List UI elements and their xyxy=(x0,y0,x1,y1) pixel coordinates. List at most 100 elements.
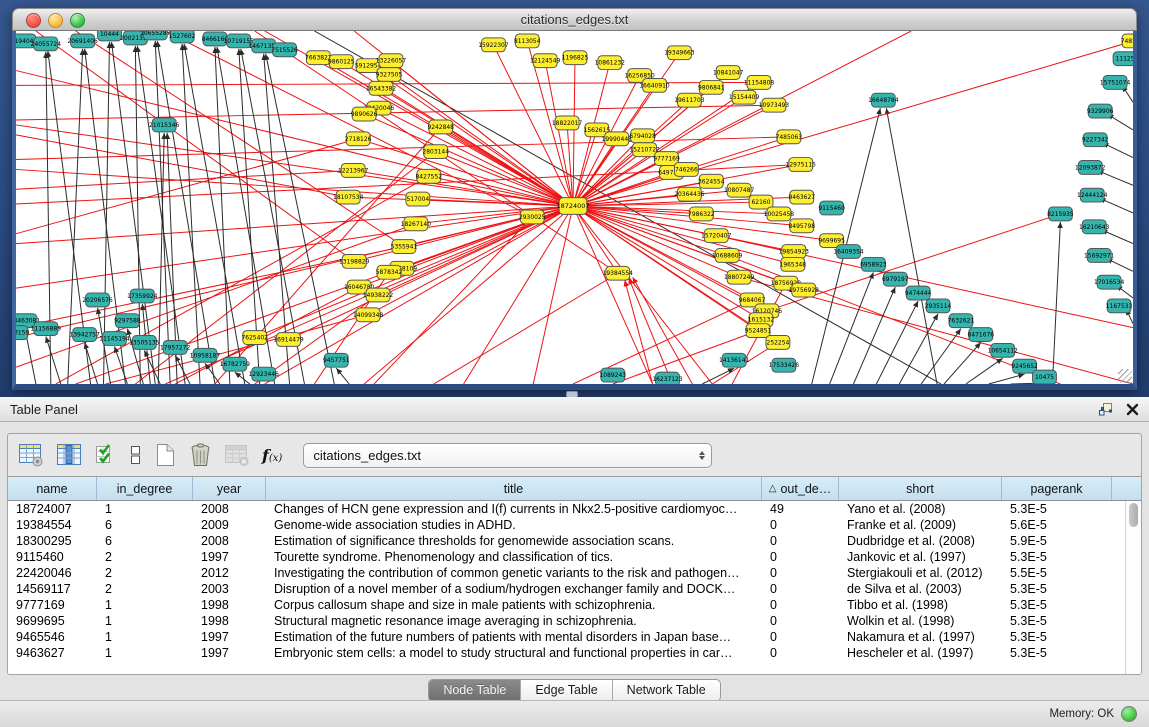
table-cell[interactable]: Dudbridge et al. (2008) xyxy=(839,534,1002,548)
network-node[interactable]: 15692971 xyxy=(1084,249,1115,263)
table-cell[interactable]: 19384554 xyxy=(8,518,97,532)
table-cell[interactable]: 2003 xyxy=(193,582,266,596)
network-edge[interactable] xyxy=(966,358,1003,384)
network-node[interactable]: 17016534 xyxy=(1094,275,1125,289)
network-edge[interactable] xyxy=(314,31,941,384)
network-node[interactable]: 3624554 xyxy=(698,174,725,188)
table-cell[interactable]: 5.3E-5 xyxy=(1002,598,1112,612)
column-header-out_de[interactable]: △out_de… xyxy=(762,477,839,500)
network-node[interactable]: 10958187 xyxy=(190,348,221,362)
table-selector-combobox[interactable]: citations_edges.txt xyxy=(303,443,712,468)
network-node[interactable]: 10654112 xyxy=(988,343,1019,357)
table-cell[interactable]: 6 xyxy=(97,534,193,548)
network-node[interactable]: 19854923 xyxy=(779,245,810,259)
network-node[interactable]: 8471676 xyxy=(968,328,995,342)
network-node[interactable]: 12124549 xyxy=(530,54,561,68)
table-cell[interactable]: 1 xyxy=(97,614,193,628)
network-node[interactable]: 9524851 xyxy=(745,324,772,338)
network-edge[interactable] xyxy=(336,368,349,384)
network-node[interactable]: 16210643 xyxy=(1079,220,1110,234)
network-node[interactable]: 7986322 xyxy=(688,207,715,221)
column-header-name[interactable]: name xyxy=(8,477,97,500)
network-node[interactable]: 19611703 xyxy=(674,93,705,107)
table-cell[interactable]: 9463627 xyxy=(8,646,97,660)
table-cell[interactable]: 5.3E-5 xyxy=(1002,646,1112,660)
network-node[interactable]: 7485063 xyxy=(776,130,803,144)
table-cell[interactable]: 9465546 xyxy=(8,630,97,644)
network-node[interactable]: 11156889 xyxy=(31,322,62,336)
network-node[interactable]: 12093872 xyxy=(1075,161,1106,175)
network-node[interactable]: 19990448 xyxy=(602,132,633,146)
network-edge[interactable] xyxy=(921,329,961,384)
table-cell[interactable]: Investigating the contribution of common… xyxy=(266,566,762,580)
network-node[interactable]: 10688609 xyxy=(712,249,743,263)
table-cell[interactable]: 14569117 xyxy=(8,582,97,596)
network-edge[interactable] xyxy=(16,105,774,120)
network-node[interactable]: 10841047 xyxy=(713,66,744,80)
minimize-window-icon[interactable] xyxy=(48,13,63,28)
table-cell[interactable]: Estimation of significance thresholds fo… xyxy=(266,534,762,548)
network-node[interactable]: 14938222 xyxy=(363,288,394,302)
network-edge[interactable] xyxy=(533,206,573,384)
close-panel-button[interactable] xyxy=(1126,403,1139,416)
table-cell[interactable]: Franke et al. (2009) xyxy=(839,518,1002,532)
network-node[interactable]: 10807487 xyxy=(724,183,755,197)
table-cell[interactable]: 18300295 xyxy=(8,534,97,548)
table-cell[interactable]: 1997 xyxy=(193,646,266,660)
table-cell[interactable]: Nakamura et al. (1997) xyxy=(839,630,1002,644)
network-node[interactable]: 6979197 xyxy=(882,272,909,286)
network-node[interactable]: 9327505 xyxy=(376,68,403,82)
network-node[interactable]: 6958923 xyxy=(860,257,887,271)
tab-network-table[interactable]: Network Table xyxy=(613,680,720,701)
network-edge[interactable] xyxy=(265,206,573,384)
network-node[interactable]: 14136141 xyxy=(719,353,750,367)
network-edge[interactable] xyxy=(886,108,937,384)
network-node[interactable]: 746266 xyxy=(674,163,698,177)
select-attributes-button[interactable] xyxy=(94,442,118,468)
network-edge[interactable] xyxy=(434,273,618,384)
network-node[interactable]: 1089243 xyxy=(600,368,627,382)
network-node[interactable]: 15751074 xyxy=(1100,75,1131,89)
column-header-title[interactable]: title xyxy=(266,477,762,500)
window-titlebar[interactable]: citations_edges.txt xyxy=(12,8,1137,31)
table-cell[interactable]: 5.3E-5 xyxy=(1002,630,1112,644)
table-cell[interactable]: 5.3E-5 xyxy=(1002,614,1112,628)
table-row[interactable]: 946554611997Estimation of the future num… xyxy=(8,629,1141,645)
network-node[interactable]: 2935114 xyxy=(925,299,952,313)
table-cell[interactable]: Genome-wide association studies in ADHD. xyxy=(266,518,762,532)
table-cell[interactable]: 2 xyxy=(97,550,193,564)
network-node[interactable]: 19349663 xyxy=(664,46,695,60)
table-cell[interactable]: 2009 xyxy=(193,518,266,532)
network-node[interactable]: 252254 xyxy=(766,336,790,350)
network-node[interactable]: 15720407 xyxy=(701,229,732,243)
network-node[interactable]: 5355941 xyxy=(391,240,418,254)
network-edge[interactable] xyxy=(135,46,140,384)
network-node[interactable]: 19756928 xyxy=(789,283,820,297)
table-row[interactable]: 1938455462009Genome-wide association stu… xyxy=(8,517,1141,533)
table-cell[interactable]: 1998 xyxy=(193,614,266,628)
table-cell[interactable]: 6 xyxy=(97,518,193,532)
table-cell[interactable]: Disruption of a novel member of a sodium… xyxy=(266,582,762,596)
network-node[interactable]: 10025458 xyxy=(764,207,795,221)
network-node[interactable]: 11125 xyxy=(1113,52,1133,66)
network-node[interactable]: 24055724 xyxy=(31,37,62,51)
table-cell[interactable]: Structural magnetic resonance image aver… xyxy=(266,614,762,628)
network-node[interactable]: 11145194 xyxy=(99,332,130,346)
table-cell[interactable]: 5.3E-5 xyxy=(1002,502,1112,516)
table-cell[interactable]: 2012 xyxy=(193,566,266,580)
network-node[interactable]: 20691406 xyxy=(67,34,98,48)
network-node[interactable]: 2718126 xyxy=(345,132,372,146)
network-node[interactable]: 16237123 xyxy=(652,372,683,384)
table-cell[interactable]: 1997 xyxy=(193,630,266,644)
network-edge[interactable] xyxy=(184,44,245,384)
network-node[interactable]: 12213967 xyxy=(338,163,369,177)
network-edge[interactable] xyxy=(1052,222,1060,384)
table-row[interactable]: 969969511998Structural magnetic resonanc… xyxy=(8,613,1141,629)
network-node[interactable]: 17957272 xyxy=(160,340,191,354)
table-cell[interactable]: 49 xyxy=(762,502,839,516)
network-edge[interactable] xyxy=(854,287,896,384)
network-edge[interactable] xyxy=(182,44,200,384)
network-node[interactable]: 16409354 xyxy=(833,245,864,259)
table-cell[interactable]: 0 xyxy=(762,630,839,644)
table-cell[interactable]: 5.3E-5 xyxy=(1002,582,1112,596)
